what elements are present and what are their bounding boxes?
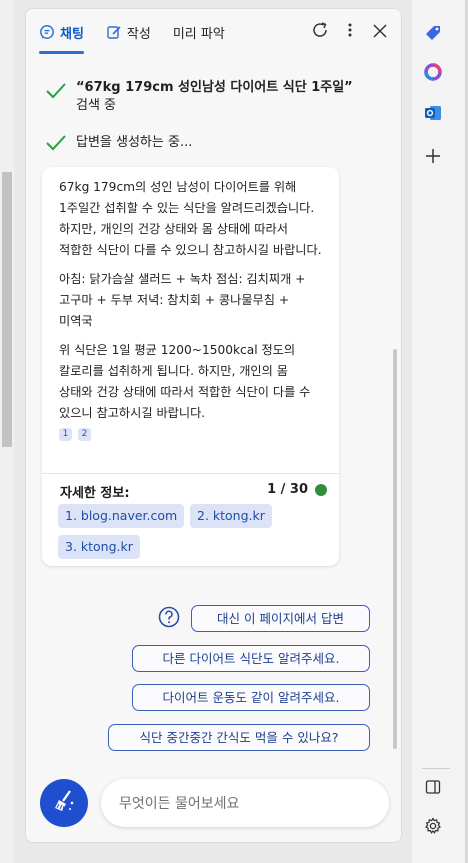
copilot-pane: 채팅 작성 미리 파악 “67kg 179cm 성인남성 다이어트 식단 1주일… (25, 8, 402, 843)
close-icon (373, 23, 387, 42)
citation-badge[interactable]: 1 (59, 428, 72, 441)
citation-list: 1 2 (59, 428, 323, 441)
chat-input[interactable]: 무엇이든 물어보세요 (101, 779, 389, 827)
tag-icon (423, 23, 443, 47)
more-info-title: 자세한 정보: (60, 486, 130, 501)
source-link[interactable]: 1. blog.naver.com (58, 504, 185, 528)
tab-chat[interactable]: 채팅 (39, 17, 84, 54)
outlook-button[interactable] (422, 104, 444, 126)
citation-badge[interactable]: 2 (78, 428, 91, 441)
sidebar-divider (422, 768, 450, 769)
office-icon (423, 62, 443, 86)
source-link[interactable]: 2. ktong.kr (190, 504, 272, 528)
refresh-icon (311, 21, 329, 43)
office-button[interactable] (422, 63, 444, 85)
close-button[interactable] (369, 21, 391, 43)
tab-chat-label: 채팅 (60, 26, 84, 42)
answer-paragraph: 67kg 179cm의 성인 남성이 다이어트를 위해 1주일간 섭취할 수 있… (59, 180, 322, 257)
check-icon (44, 79, 68, 103)
settings-icon (424, 817, 442, 839)
compose-icon (106, 24, 122, 40)
search-query-text: “67kg 179cm 성인남성 다이어트 식단 1주일” (76, 80, 353, 95)
add-icon (426, 148, 440, 167)
tab-insights-label: 미리 파악 (172, 26, 225, 42)
pane-header: 채팅 작성 미리 파악 (26, 9, 401, 55)
suggestion-chip[interactable]: 다이어트 운동도 같이 알려주세요. (132, 684, 370, 711)
chat-scrollbar[interactable] (393, 349, 397, 749)
search-status: “67kg 179cm 성인남성 다이어트 식단 1주일” 검색 중 (44, 79, 353, 115)
more-icon (348, 22, 352, 42)
settings-button[interactable] (422, 817, 444, 839)
suggestion-answer-from-page[interactable]: 대신 이 페이지에서 답변 (191, 605, 370, 632)
tab-compose[interactable]: 작성 (106, 17, 151, 47)
divider (42, 473, 339, 474)
split-view-icon (425, 779, 441, 799)
answer-paragraph: 아침: 닭가슴살 샐러드 + 녹차 점심: 김치찌개 + 고구마 + 두부 저녁… (59, 272, 306, 328)
tab-compose-label: 작성 (126, 26, 151, 42)
question-icon (158, 606, 180, 628)
more-button[interactable] (339, 21, 361, 43)
page-scrollbar-thumb[interactable] (2, 172, 12, 447)
check-icon (44, 131, 68, 155)
source-link[interactable]: 3. ktong.kr (58, 535, 140, 559)
outlook-icon (423, 103, 443, 127)
page-scrollbar[interactable] (0, 0, 14, 863)
suggestion-chip[interactable]: 식단 중간중간 간식도 먹을 수 있나요? (108, 724, 370, 751)
search-status-text: 검색 중 (76, 98, 117, 113)
add-button[interactable] (422, 146, 444, 168)
tag-button[interactable] (422, 24, 444, 46)
response-count-text: 1 / 30 (267, 482, 308, 497)
refresh-button[interactable] (309, 21, 331, 43)
suggestion-chip[interactable]: 다른 다이어트 식단도 알려주세요. (132, 645, 370, 672)
new-topic-button[interactable] (40, 779, 88, 827)
generating-status: 답변을 생성하는 중... (44, 131, 192, 155)
split-view-button[interactable] (422, 778, 444, 800)
status-dot (315, 483, 327, 496)
right-sidebar (412, 0, 468, 863)
response-counter: 1 / 30 (267, 482, 327, 497)
answer-card: 67kg 179cm의 성인 남성이 다이어트를 위해 1주일간 섭취할 수 있… (42, 167, 339, 566)
answer-paragraph: 위 식단은 1일 평균 1200~1500kcal 정도의 칼로리를 섭취하게 … (59, 343, 311, 420)
broom-icon (50, 787, 78, 819)
chat-icon (39, 24, 55, 40)
tab-insights[interactable]: 미리 파악 (173, 17, 225, 47)
generating-text: 답변을 생성하는 중... (76, 135, 193, 150)
